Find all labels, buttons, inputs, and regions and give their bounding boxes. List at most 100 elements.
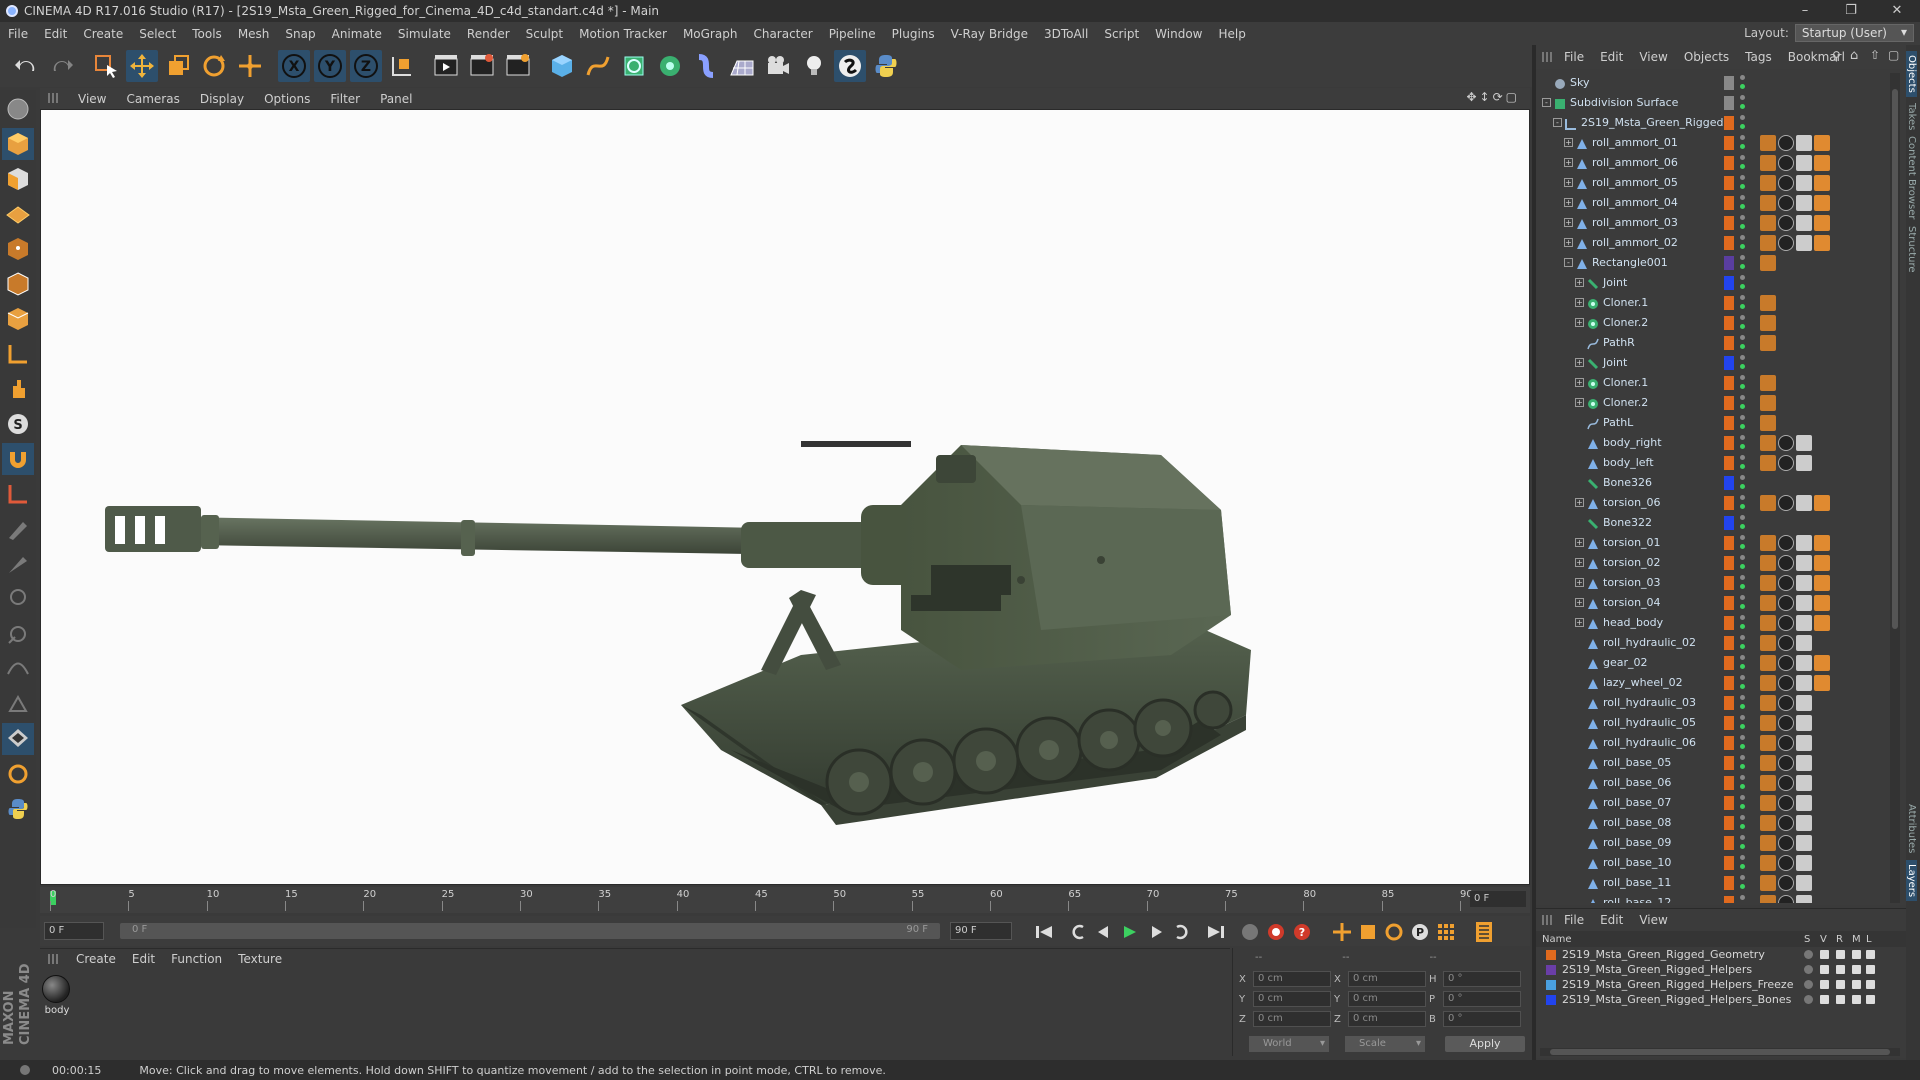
render-visibility-dot[interactable] (1740, 544, 1745, 549)
render-visibility-dot[interactable] (1740, 104, 1745, 109)
layer-flag-icon[interactable] (1852, 950, 1861, 959)
tag-icon[interactable] (1814, 535, 1830, 551)
editor-visibility-dot[interactable] (1740, 475, 1745, 480)
tag-icon[interactable] (1796, 235, 1812, 251)
render-visibility-dot[interactable] (1740, 504, 1745, 509)
object-name[interactable]: Joint (1603, 273, 1627, 293)
object-name[interactable]: roll_base_10 (1603, 853, 1671, 873)
pos-y-field[interactable]: 0 cm (1253, 991, 1331, 1007)
material-menu-texture[interactable]: Texture (230, 952, 290, 966)
redo-icon[interactable] (46, 50, 78, 82)
menu-v-ray-bridge[interactable]: V-Ray Bridge (943, 27, 1036, 41)
tag-icon[interactable] (1760, 155, 1776, 171)
object-name[interactable]: Sky (1570, 73, 1589, 93)
tank-model[interactable] (41, 110, 1530, 885)
tag-icon[interactable] (1796, 775, 1812, 791)
tag-icon[interactable] (1814, 555, 1830, 571)
y-axis-lock-icon[interactable]: Y (314, 50, 346, 82)
render-visibility-dot[interactable] (1740, 784, 1745, 789)
object-row[interactable]: Bone322 (1536, 513, 1888, 533)
render-view-icon[interactable] (430, 50, 462, 82)
editor-visibility-dot[interactable] (1740, 175, 1745, 180)
object-name[interactable]: PathR (1603, 333, 1635, 353)
make-editable-icon[interactable] (2, 93, 34, 125)
viewport-menu-filter[interactable]: Filter (320, 92, 370, 106)
render-visibility-dot[interactable] (1740, 684, 1745, 689)
layer-color-swatch[interactable] (1724, 436, 1734, 450)
rot-b-field[interactable]: 0 ° (1443, 1011, 1521, 1027)
object-row[interactable]: roll_base_08 (1536, 813, 1888, 833)
layer-name[interactable]: 2S19_Msta_Green_Rigged_Geometry (1562, 947, 1765, 962)
menu-edit[interactable]: Edit (36, 27, 75, 41)
previous-key-icon[interactable] (1066, 921, 1090, 943)
render-visibility-dot[interactable] (1740, 164, 1745, 169)
previous-frame-icon[interactable] (1092, 921, 1116, 943)
menu-mograph[interactable]: MoGraph (675, 27, 746, 41)
tag-icon[interactable] (1796, 755, 1812, 771)
editor-visibility-dot[interactable] (1740, 615, 1745, 620)
viewport-menu-options[interactable]: Options (254, 92, 320, 106)
render-visibility-dot[interactable] (1740, 624, 1745, 629)
expand-toggle-icon[interactable]: + (1575, 598, 1584, 607)
layer-color-swatch[interactable] (1724, 316, 1734, 330)
menu-3dtoall[interactable]: 3DToAll (1036, 27, 1096, 41)
bookmark-up-icon[interactable]: ⇧ (1870, 48, 1880, 62)
tab-content-browser[interactable]: Content Browser (1906, 136, 1917, 219)
layer-color-swatch[interactable] (1724, 856, 1734, 870)
viewport-menu-display[interactable]: Display (190, 92, 254, 106)
tag-icon[interactable] (1796, 815, 1812, 831)
axis-mode-icon[interactable] (2, 338, 34, 370)
object-row[interactable]: + roll_ammort_05 (1536, 173, 1888, 193)
tag-icon[interactable] (1814, 235, 1830, 251)
layer-color-swatch[interactable] (1724, 256, 1734, 270)
current-frame-field[interactable]: 0 F (1470, 891, 1526, 907)
editor-visibility-dot[interactable] (1740, 115, 1745, 120)
editor-visibility-dot[interactable] (1740, 155, 1745, 160)
tag-icon[interactable] (1778, 655, 1794, 671)
object-name[interactable]: roll_hydraulic_03 (1603, 693, 1696, 713)
object-name[interactable]: 2S19_Msta_Green_Rigged (1581, 113, 1723, 133)
viewport-menu-cameras[interactable]: Cameras (116, 92, 189, 106)
model-mode-icon[interactable] (2, 128, 34, 160)
tag-icon[interactable] (1760, 215, 1776, 231)
editor-visibility-dot[interactable] (1740, 735, 1745, 740)
layer-flag-icon[interactable] (1804, 980, 1813, 989)
timeline-window-icon[interactable] (1472, 921, 1496, 943)
scroll-thumb[interactable] (1892, 89, 1898, 629)
tab-structure[interactable]: Structure (1906, 226, 1917, 273)
tag-icon[interactable] (1796, 575, 1812, 591)
editor-visibility-dot[interactable] (1740, 415, 1745, 420)
sculpt-icon[interactable] (2, 618, 34, 650)
object-name[interactable]: roll_base_09 (1603, 833, 1671, 853)
object-row[interactable]: + roll_ammort_03 (1536, 213, 1888, 233)
layer-flag-icon[interactable] (1804, 965, 1813, 974)
layer-color-swatch[interactable] (1724, 136, 1734, 150)
tag-icon[interactable] (1760, 715, 1776, 731)
tag-icon[interactable] (1796, 715, 1812, 731)
weld-icon[interactable] (2, 688, 34, 720)
tag-icon[interactable] (1778, 895, 1794, 903)
menu-script[interactable]: Script (1096, 27, 1147, 41)
object-name[interactable]: roll_hydraulic_06 (1603, 733, 1696, 753)
end-frame-field[interactable]: 90 F (950, 922, 1012, 940)
python-icon[interactable] (870, 50, 902, 82)
editor-visibility-dot[interactable] (1740, 855, 1745, 860)
editor-visibility-dot[interactable] (1740, 75, 1745, 80)
layer-menu-edit[interactable]: Edit (1592, 913, 1631, 927)
editor-visibility-dot[interactable] (1740, 255, 1745, 260)
tag-icon[interactable] (1760, 795, 1776, 811)
expand-toggle-icon[interactable]: + (1564, 158, 1573, 167)
layer-menu-file[interactable]: File (1556, 913, 1592, 927)
render-visibility-dot[interactable] (1740, 144, 1745, 149)
object-row[interactable]: Bone326 (1536, 473, 1888, 493)
tag-icon[interactable] (1796, 795, 1812, 811)
render-visibility-dot[interactable] (1740, 604, 1745, 609)
layer-color-swatch[interactable] (1724, 696, 1734, 710)
object-row[interactable]: + torsion_06 (1536, 493, 1888, 513)
tag-icon[interactable] (1778, 235, 1794, 251)
rotate-view-icon[interactable] (2, 758, 34, 790)
tag-icon[interactable] (1778, 715, 1794, 731)
menu-help[interactable]: Help (1210, 27, 1253, 41)
go-to-end-icon[interactable] (1204, 921, 1228, 943)
tag-icon[interactable] (1796, 875, 1812, 891)
